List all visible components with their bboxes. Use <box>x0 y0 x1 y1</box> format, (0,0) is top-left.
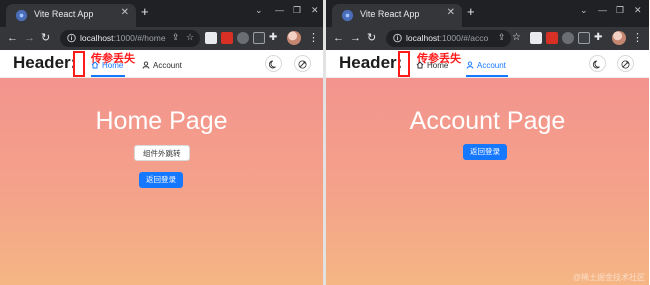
extension-icon[interactable] <box>562 32 574 44</box>
header-title: Header: <box>13 53 77 72</box>
watermark-text: @稀土掘金技术社区 <box>572 273 645 282</box>
menu-item-label: Account <box>153 61 182 70</box>
url-host: localhost <box>406 33 440 43</box>
moon-icon <box>268 60 276 69</box>
active-tab-indicator <box>466 75 508 77</box>
url-text: localhost:1000/#/acco <box>406 33 488 43</box>
color-picker-button[interactable] <box>294 55 311 72</box>
menu-item-label: Home <box>102 61 124 70</box>
profile-avatar[interactable] <box>612 31 626 45</box>
theme-toggle-button[interactable] <box>265 55 282 72</box>
tab-strip: Vite React App ✕ + ⌄ — ❐ ✕ <box>0 0 323 27</box>
page-title: Account Page <box>409 107 566 135</box>
browser-window-home: Vite React App ✕ + ⌄ — ❐ ✕ ← → ↻ localho… <box>0 0 323 285</box>
puzzle-icon[interactable]: ✚ <box>269 31 277 45</box>
page-title: Home Page <box>95 107 228 135</box>
extension-icon[interactable] <box>578 32 590 44</box>
reload-icon[interactable]: ↻ <box>367 31 376 45</box>
browser-toolbar: ← → ↻ localhost:1000/#/home ⇪ ☆ ✚ ⋮ <box>0 27 323 50</box>
browser-tab[interactable]: Vite React App ✕ <box>332 4 462 27</box>
extension-icon[interactable] <box>237 32 249 44</box>
star-icon[interactable]: ☆ <box>512 31 521 45</box>
address-bar[interactable]: localhost:1000/#/acco ⇪ <box>386 30 511 47</box>
home-icon <box>416 61 424 69</box>
home-icon <box>91 61 99 69</box>
annotation-box <box>73 51 85 77</box>
extension-icon[interactable] <box>253 32 265 44</box>
user-icon <box>142 61 150 69</box>
url-path: :1000/#/acco <box>439 33 489 43</box>
forward-arrow-icon[interactable]: → <box>24 31 35 45</box>
menu-item-home[interactable]: Home <box>91 61 123 70</box>
tab-strip: Vite React App ✕ + ⌄ — ❐ ✕ <box>326 0 649 27</box>
info-icon[interactable] <box>67 33 76 43</box>
menu-dots-icon[interactable]: ⋮ <box>308 31 319 44</box>
restore-icon[interactable]: ❐ <box>293 5 301 16</box>
reload-icon[interactable]: ↻ <box>41 31 50 45</box>
browser-window-account: Vite React App ✕ + ⌄ — ❐ ✕ ← → ↻ localho… <box>326 0 649 285</box>
app-header: Header: 传参丢失 Home Account <box>0 50 323 78</box>
menu-item-account[interactable]: Account <box>142 61 182 70</box>
back-to-login-button[interactable]: 返回登录 <box>463 144 507 160</box>
tab-title: Vite React App <box>360 9 420 19</box>
page-content: Home Page 组件外跳转 返回登录 <box>0 78 323 285</box>
extension-icon[interactable] <box>205 32 217 44</box>
user-icon <box>466 61 474 69</box>
extension-icon[interactable] <box>546 32 558 44</box>
browser-tab[interactable]: Vite React App ✕ <box>6 4 136 27</box>
back-to-login-button[interactable]: 返回登录 <box>139 172 183 188</box>
minimize-icon[interactable]: — <box>598 5 607 15</box>
moon-icon <box>592 60 600 69</box>
close-window-icon[interactable]: ✕ <box>634 5 642 16</box>
extension-icon[interactable] <box>221 32 233 44</box>
palette-icon <box>298 60 307 69</box>
palette-icon <box>621 60 630 69</box>
menu-item-home[interactable]: Home <box>416 61 448 70</box>
page-content: Account Page 返回登录 @稀土掘金技术社区 <box>326 78 649 285</box>
theme-toggle-button[interactable] <box>589 55 606 72</box>
active-tab-indicator <box>91 75 125 77</box>
chevron-down-icon[interactable]: ⌄ <box>580 5 588 16</box>
navigate-outside-component-button[interactable]: 组件外跳转 <box>134 145 190 161</box>
tab-title: Vite React App <box>34 9 94 19</box>
react-favicon-icon <box>341 9 354 22</box>
url-text: localhost:1000/#/home <box>80 33 166 43</box>
color-picker-button[interactable] <box>617 55 634 72</box>
app-header: Header: 传参丢失 Home Account <box>326 50 649 78</box>
new-tab-icon[interactable]: + <box>141 4 149 20</box>
share-icon[interactable]: ⇪ <box>172 32 180 43</box>
menu-item-account[interactable]: Account <box>466 61 506 70</box>
star-icon[interactable]: ☆ <box>186 32 194 43</box>
menu-item-label: Account <box>477 61 506 70</box>
back-arrow-icon[interactable]: ← <box>333 31 344 45</box>
tab-close-icon[interactable]: ✕ <box>447 7 455 18</box>
extension-icon[interactable] <box>530 32 542 44</box>
puzzle-icon[interactable]: ✚ <box>594 31 602 45</box>
share-icon[interactable]: ⇪ <box>498 32 506 43</box>
header-title: Header: <box>339 53 403 72</box>
new-tab-icon[interactable]: + <box>467 4 475 20</box>
chevron-down-icon[interactable]: ⌄ <box>255 5 263 16</box>
minimize-icon[interactable]: — <box>275 5 284 15</box>
profile-avatar[interactable] <box>287 31 301 45</box>
annotation-box <box>398 51 410 77</box>
info-icon[interactable] <box>393 33 402 43</box>
close-window-icon[interactable]: ✕ <box>311 5 319 16</box>
menu-item-label: Home <box>427 61 449 70</box>
back-arrow-icon[interactable]: ← <box>7 31 18 45</box>
react-favicon-icon <box>15 9 28 22</box>
url-host: localhost <box>80 33 114 43</box>
menu-dots-icon[interactable]: ⋮ <box>632 31 643 44</box>
browser-toolbar: ← → ↻ localhost:1000/#/acco ⇪ ☆ ✚ ⋮ <box>326 27 649 50</box>
tab-close-icon[interactable]: ✕ <box>121 7 129 18</box>
restore-icon[interactable]: ❐ <box>616 5 624 16</box>
url-path: :1000/#/home <box>113 33 166 43</box>
address-bar[interactable]: localhost:1000/#/home ⇪ ☆ <box>60 30 200 47</box>
forward-arrow-icon[interactable]: → <box>350 31 361 45</box>
